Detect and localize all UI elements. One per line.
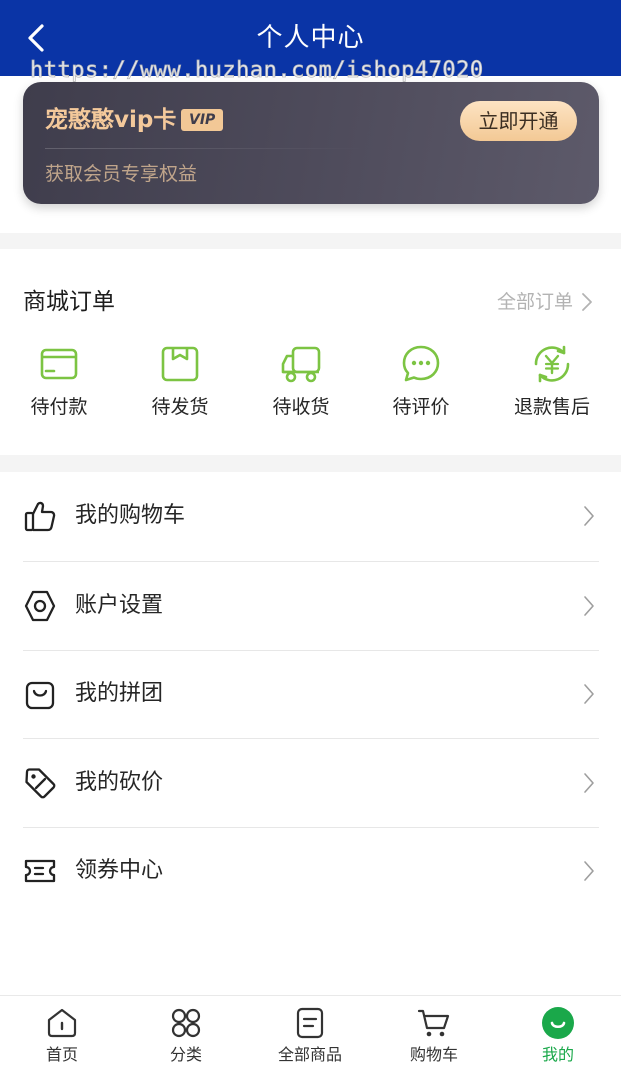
tab-label: 我的 (541, 1045, 574, 1064)
vip-card[interactable]: 宠憨憨vip卡 VIP 立即开通 获取会员专享权益 (23, 82, 599, 204)
category-grid-icon (171, 1008, 201, 1038)
chevron-right-icon (584, 861, 594, 881)
tab-all-products[interactable]: 全部商品 (248, 996, 372, 1077)
order-pending-review[interactable]: 待评价 (366, 342, 476, 420)
tab-label: 购物车 (409, 1045, 458, 1064)
watermark-text: https://www.huzhan.com/ishop47020 (30, 58, 484, 84)
section-gap (0, 233, 621, 249)
smile-profile-icon (542, 1007, 574, 1039)
order-refund-aftersale[interactable]: 退款售后 (497, 342, 607, 420)
order-item-label: 待发货 (151, 396, 209, 418)
menu-item-coupon-center[interactable]: 领券中心 (0, 827, 621, 916)
home-icon (47, 1008, 77, 1038)
chevron-right-icon (584, 773, 594, 793)
package-icon (161, 346, 199, 382)
tag-discount-icon (25, 768, 56, 799)
menu-item-label: 我的拼团 (75, 681, 164, 706)
all-orders-link[interactable]: 全部订单 (497, 288, 593, 316)
tab-category[interactable]: 分类 (124, 996, 248, 1077)
menu-item-bargain[interactable]: 我的砍价 (0, 739, 621, 828)
order-pending-shipment[interactable]: 待发货 (125, 342, 235, 420)
order-item-label: 退款售后 (513, 396, 590, 418)
settings-hex-icon (24, 590, 56, 622)
coupon-icon (24, 859, 56, 883)
menu-item-label: 账户设置 (75, 593, 164, 618)
vip-open-button[interactable]: 立即开通 (460, 101, 577, 141)
tab-home[interactable]: 首页 (0, 996, 124, 1077)
tab-label: 首页 (45, 1045, 78, 1064)
chevron-right-icon (584, 596, 594, 616)
orders-section-title: 商城订单 (23, 289, 115, 315)
menu-item-label: 领券中心 (75, 858, 164, 883)
page-title: 个人中心 (256, 23, 365, 53)
order-pending-receipt[interactable]: 待收货 (246, 342, 356, 420)
bag-icon (25, 681, 55, 710)
chevron-right-icon (584, 506, 594, 526)
order-pending-payment[interactable]: 待付款 (4, 342, 114, 420)
section-gap (0, 455, 621, 472)
order-item-label: 待收货 (272, 396, 330, 418)
tab-cart[interactable]: 购物车 (372, 996, 496, 1077)
order-item-label: 待付款 (30, 396, 88, 418)
chevron-right-icon (582, 293, 592, 311)
truck-icon (281, 346, 321, 383)
menu-item-cart[interactable]: 我的购物车 (0, 472, 621, 561)
cart-icon (417, 1009, 450, 1037)
chevron-right-icon (584, 684, 594, 704)
menu-item-group-buy[interactable]: 我的拼团 (0, 650, 621, 739)
vip-badge: VIP (181, 109, 224, 131)
tab-profile[interactable]: 我的 (496, 996, 620, 1077)
bottom-tab-bar: 首页 分类 全部商品 购物车 我的 (0, 995, 621, 1077)
menu-item-label: 我的购物车 (75, 503, 186, 528)
thumbs-up-icon (24, 501, 56, 532)
wallet-icon (40, 348, 78, 380)
all-orders-label: 全部订单 (496, 291, 573, 313)
document-icon (296, 1007, 324, 1039)
menu-item-label: 我的砍价 (75, 770, 164, 795)
tab-label: 分类 (169, 1045, 202, 1064)
vip-card-title: 宠憨憨vip卡 (45, 107, 177, 133)
menu-item-account-settings[interactable]: 账户设置 (0, 562, 621, 651)
vip-subtitle: 获取会员专享权益 (45, 163, 198, 185)
chat-bubble-icon (402, 345, 440, 382)
order-item-label: 待评价 (392, 396, 450, 418)
refund-yen-icon (534, 345, 570, 383)
tab-label: 全部商品 (277, 1045, 342, 1064)
vip-divider (45, 148, 365, 149)
